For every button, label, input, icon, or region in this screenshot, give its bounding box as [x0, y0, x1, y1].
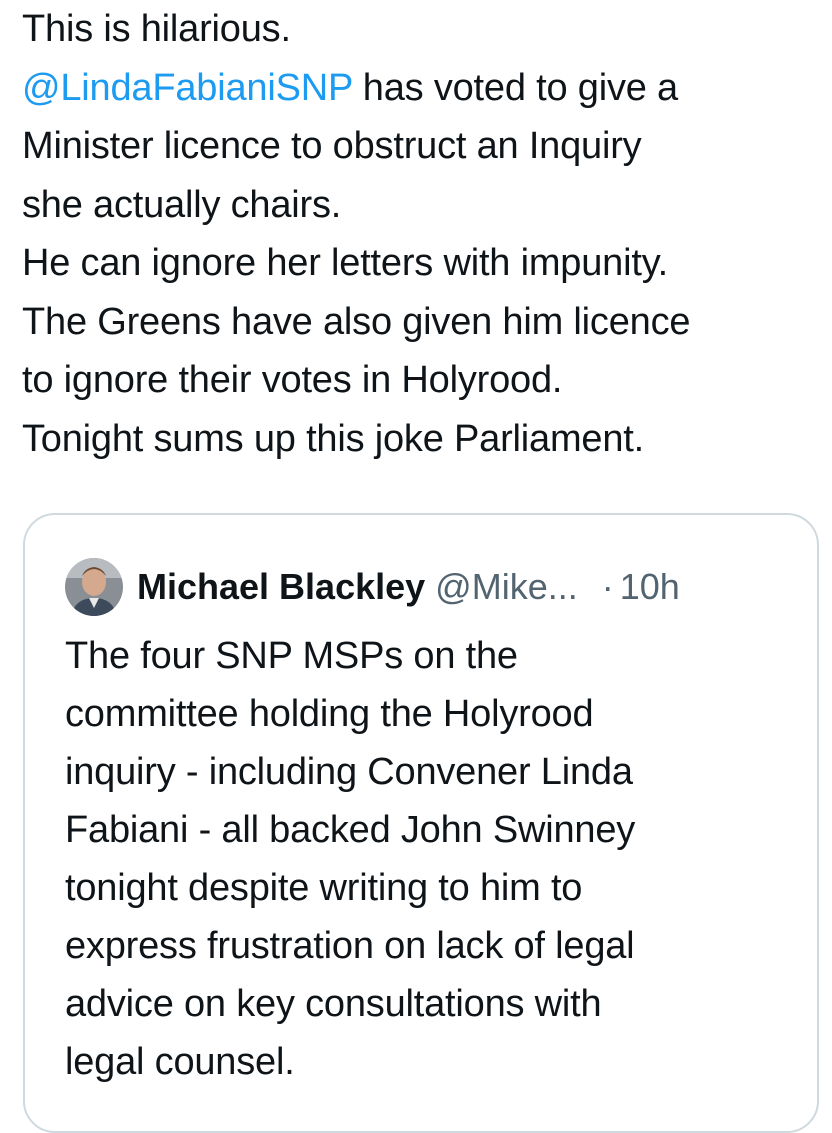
quoted-tweet-text: The four SNP MSPs on the committee holdi…: [65, 627, 805, 1091]
tweet-line-text: has voted to give a: [362, 66, 678, 109]
tweet-line: He can ignore her letters with impunity.: [22, 242, 669, 284]
quoted-line: inquiry - including Convener Linda: [65, 751, 633, 793]
quoted-tweet-card[interactable]: Michael Blackley @Mike... · 10h The four…: [23, 513, 819, 1133]
tweet-line: @LindaFabianiSNP has voted to give a: [22, 59, 822, 118]
tweet-line: Tonight sums up this joke Parliament.: [22, 417, 645, 460]
quoted-line: legal counsel.: [65, 1041, 295, 1083]
tweet-line: The Greens have also given him licence: [22, 300, 691, 343]
quoted-line: advice on key consultations with: [65, 983, 602, 1025]
tweet-line: she actually chairs.: [22, 183, 342, 226]
tweet-line: to ignore their votes in Holyrood.: [22, 359, 563, 401]
quoted-tweet-header: Michael Blackley @Mike... · 10h: [65, 555, 680, 619]
quoted-author-name[interactable]: Michael Blackley: [137, 566, 425, 608]
tweet-text: This is hilarious. @LindaFabianiSNP has …: [22, 0, 822, 468]
avatar-image: [65, 558, 123, 616]
tweet-line: This is hilarious.: [22, 8, 291, 50]
mention-link[interactable]: @LindaFabianiSNP: [22, 67, 353, 109]
avatar[interactable]: [65, 558, 123, 616]
quoted-line: Fabiani - all backed John Swinney: [65, 809, 636, 851]
tweet-line: Minister licence to obstruct an Inquiry: [22, 125, 642, 167]
separator-dot: ·: [601, 566, 614, 607]
quoted-timestamp[interactable]: 10h: [620, 566, 680, 608]
quoted-line: The four SNP MSPs on the: [65, 635, 518, 677]
quoted-author-handle[interactable]: @Mike...: [435, 566, 578, 608]
quoted-line: committee holding the Holyrood: [65, 693, 594, 735]
quoted-line: express frustration on lack of legal: [65, 925, 635, 967]
quoted-line: tonight despite writing to him to: [65, 867, 583, 909]
